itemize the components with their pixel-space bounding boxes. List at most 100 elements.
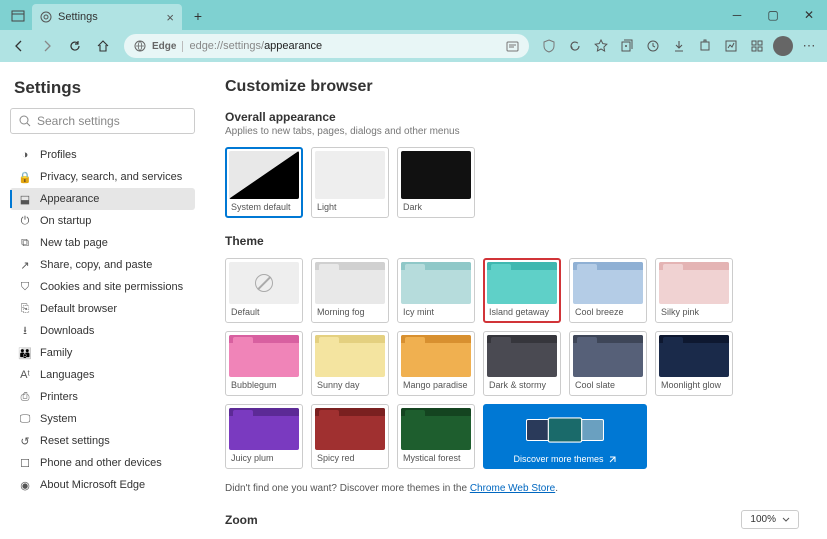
settings-sidebar: Settings Search settings ◑Profiles🔒Priva… xyxy=(0,62,205,539)
sidebar-item-privacy-search-and-services[interactable]: 🔒Privacy, search, and services xyxy=(10,166,195,188)
theme-swatch xyxy=(315,262,385,304)
browser-tab[interactable]: Settings × xyxy=(32,4,182,30)
sidebar-item-about-microsoft-edge[interactable]: ◉About Microsoft Edge xyxy=(10,474,195,496)
theme-icy-mint[interactable]: Icy mint xyxy=(397,258,475,323)
sidebar-item-appearance[interactable]: ⬓Appearance xyxy=(10,188,195,210)
favorites-icon[interactable] xyxy=(589,34,613,58)
close-window-button[interactable]: ✕ xyxy=(791,0,827,30)
nav-icon: ⏻ xyxy=(18,215,32,228)
close-tab-icon[interactable]: × xyxy=(166,10,174,25)
search-placeholder: Search settings xyxy=(37,114,120,128)
nav-label: Share, copy, and paste xyxy=(40,259,152,271)
nav-icon: ⬓ xyxy=(18,193,32,206)
overall-subtitle: Applies to new tabs, pages, dialogs and … xyxy=(225,126,799,137)
theme-cool-slate[interactable]: Cool slate xyxy=(569,331,647,396)
refresh-button[interactable] xyxy=(62,33,88,59)
noentry-icon xyxy=(255,274,273,292)
sidebar-item-share-copy-and-paste[interactable]: ↗ Share, copy, and paste xyxy=(10,254,195,276)
nav-icon: ↗ xyxy=(18,259,32,272)
theme-dark-stormy[interactable]: Dark & stormy xyxy=(483,331,561,396)
chrome-webstore-link[interactable]: Chrome Web Store xyxy=(470,483,555,494)
theme-silky-pink[interactable]: Silky pink xyxy=(655,258,733,323)
zoom-select[interactable]: 100% xyxy=(741,510,799,529)
sidebar-item-phone-and-other-devices[interactable]: ☐Phone and other devices xyxy=(10,452,195,474)
sidebar-item-printers[interactable]: ⎙Printers xyxy=(10,386,195,408)
swatch-dark xyxy=(401,151,471,199)
sidebar-item-reset-settings[interactable]: ↺Reset settings xyxy=(10,430,195,452)
sidebar-item-cookies-and-site-permissions[interactable]: ⛉Cookies and site permissions xyxy=(10,276,195,298)
overall-title: Overall appearance xyxy=(225,110,799,124)
theme-sunny-day[interactable]: Sunny day xyxy=(311,331,389,396)
theme-bubblegum[interactable]: Bubblegum xyxy=(225,331,303,396)
theme-swatch xyxy=(229,335,299,377)
sidebar-item-languages[interactable]: Aᵗ Languages xyxy=(10,364,195,386)
maximize-button[interactable]: ▢ xyxy=(755,0,791,30)
theme-swatch xyxy=(315,335,385,377)
theme-juicy-plum[interactable]: Juicy plum xyxy=(225,404,303,469)
sidebar-item-profiles[interactable]: ◑Profiles xyxy=(10,144,195,166)
theme-mystical-forest[interactable]: Mystical forest xyxy=(397,404,475,469)
theme-title: Theme xyxy=(225,234,799,248)
appearance-light[interactable]: Light xyxy=(311,147,389,218)
sync-icon[interactable] xyxy=(563,34,587,58)
nav-icon: ⭳ xyxy=(18,322,32,341)
apps-icon[interactable] xyxy=(745,34,769,58)
profile-avatar[interactable] xyxy=(771,34,795,58)
nav-label: Cookies and site permissions xyxy=(40,281,183,293)
sidebar-item-on-startup[interactable]: ⏻On startup xyxy=(10,210,195,232)
appearance-system-default[interactable]: System default xyxy=(225,147,303,218)
new-tab-button[interactable]: + xyxy=(186,4,210,28)
theme-swatch xyxy=(487,335,557,377)
reader-icon[interactable] xyxy=(506,40,519,53)
zoom-label: Zoom xyxy=(225,513,258,527)
collections-icon[interactable] xyxy=(615,34,639,58)
nav-label: Phone and other devices xyxy=(40,457,162,469)
history-icon[interactable] xyxy=(641,34,665,58)
theme-cool-breeze[interactable]: Cool breeze xyxy=(569,258,647,323)
nav-icon: Aᵗ xyxy=(18,369,32,381)
search-input[interactable]: Search settings xyxy=(10,108,195,134)
theme-spicy-red[interactable]: Spicy red xyxy=(311,404,389,469)
theme-default[interactable]: Default xyxy=(225,258,303,323)
nav-label: Family xyxy=(40,347,72,359)
webstore-note: Didn't find one you want? Discover more … xyxy=(225,483,799,494)
theme-swatch xyxy=(659,335,729,377)
theme-moonlight-glow[interactable]: Moonlight glow xyxy=(655,331,733,396)
site-info-icon[interactable] xyxy=(134,40,146,52)
nav-icon: ◑ xyxy=(18,149,32,161)
forward-button[interactable] xyxy=(34,33,60,59)
nav-label: Downloads xyxy=(40,325,94,337)
back-button[interactable] xyxy=(6,33,32,59)
sidebar-item-new-tab-page[interactable]: ⧉New tab page xyxy=(10,232,195,254)
tab-favicon xyxy=(40,11,52,23)
theme-morning-fog[interactable]: Morning fog xyxy=(311,258,389,323)
more-menu-icon[interactable]: ⋯ xyxy=(797,34,821,58)
theme-mango-paradise[interactable]: Mango paradise xyxy=(397,331,475,396)
performance-icon[interactable] xyxy=(719,34,743,58)
extensions-icon[interactable] xyxy=(693,34,717,58)
window-controls: ─ ▢ ✕ xyxy=(719,0,827,30)
nav-icon: ◉ xyxy=(18,479,32,492)
nav-icon: ⎘ xyxy=(18,303,32,316)
app-menu-icon[interactable] xyxy=(6,4,30,28)
downloads-icon[interactable] xyxy=(667,34,691,58)
theme-swatch xyxy=(573,262,643,304)
nav-label: Languages xyxy=(40,369,94,381)
discover-themes-card[interactable]: Discover more themes xyxy=(483,404,647,469)
sidebar-item-system[interactable]: 🖵System xyxy=(10,408,195,430)
theme-island-getaway[interactable]: Island getaway xyxy=(483,258,561,323)
shield-icon[interactable] xyxy=(537,34,561,58)
theme-swatch xyxy=(401,335,471,377)
sidebar-item-downloads[interactable]: ⭳ Downloads xyxy=(10,320,195,342)
address-bar[interactable]: Edge edge://settings/appearance xyxy=(124,34,529,58)
nav-icon: 🔒 xyxy=(18,171,32,184)
title-bar: Settings × + ─ ▢ ✕ xyxy=(0,0,827,30)
nav-label: New tab page xyxy=(40,237,108,249)
nav-label: Printers xyxy=(40,391,78,403)
sidebar-item-family[interactable]: 👪Family xyxy=(10,342,195,364)
appearance-dark[interactable]: Dark xyxy=(397,147,475,218)
minimize-button[interactable]: ─ xyxy=(719,0,755,30)
tab-title: Settings xyxy=(58,11,98,23)
home-button[interactable] xyxy=(90,33,116,59)
sidebar-item-default-browser[interactable]: ⎘Default browser xyxy=(10,298,195,320)
